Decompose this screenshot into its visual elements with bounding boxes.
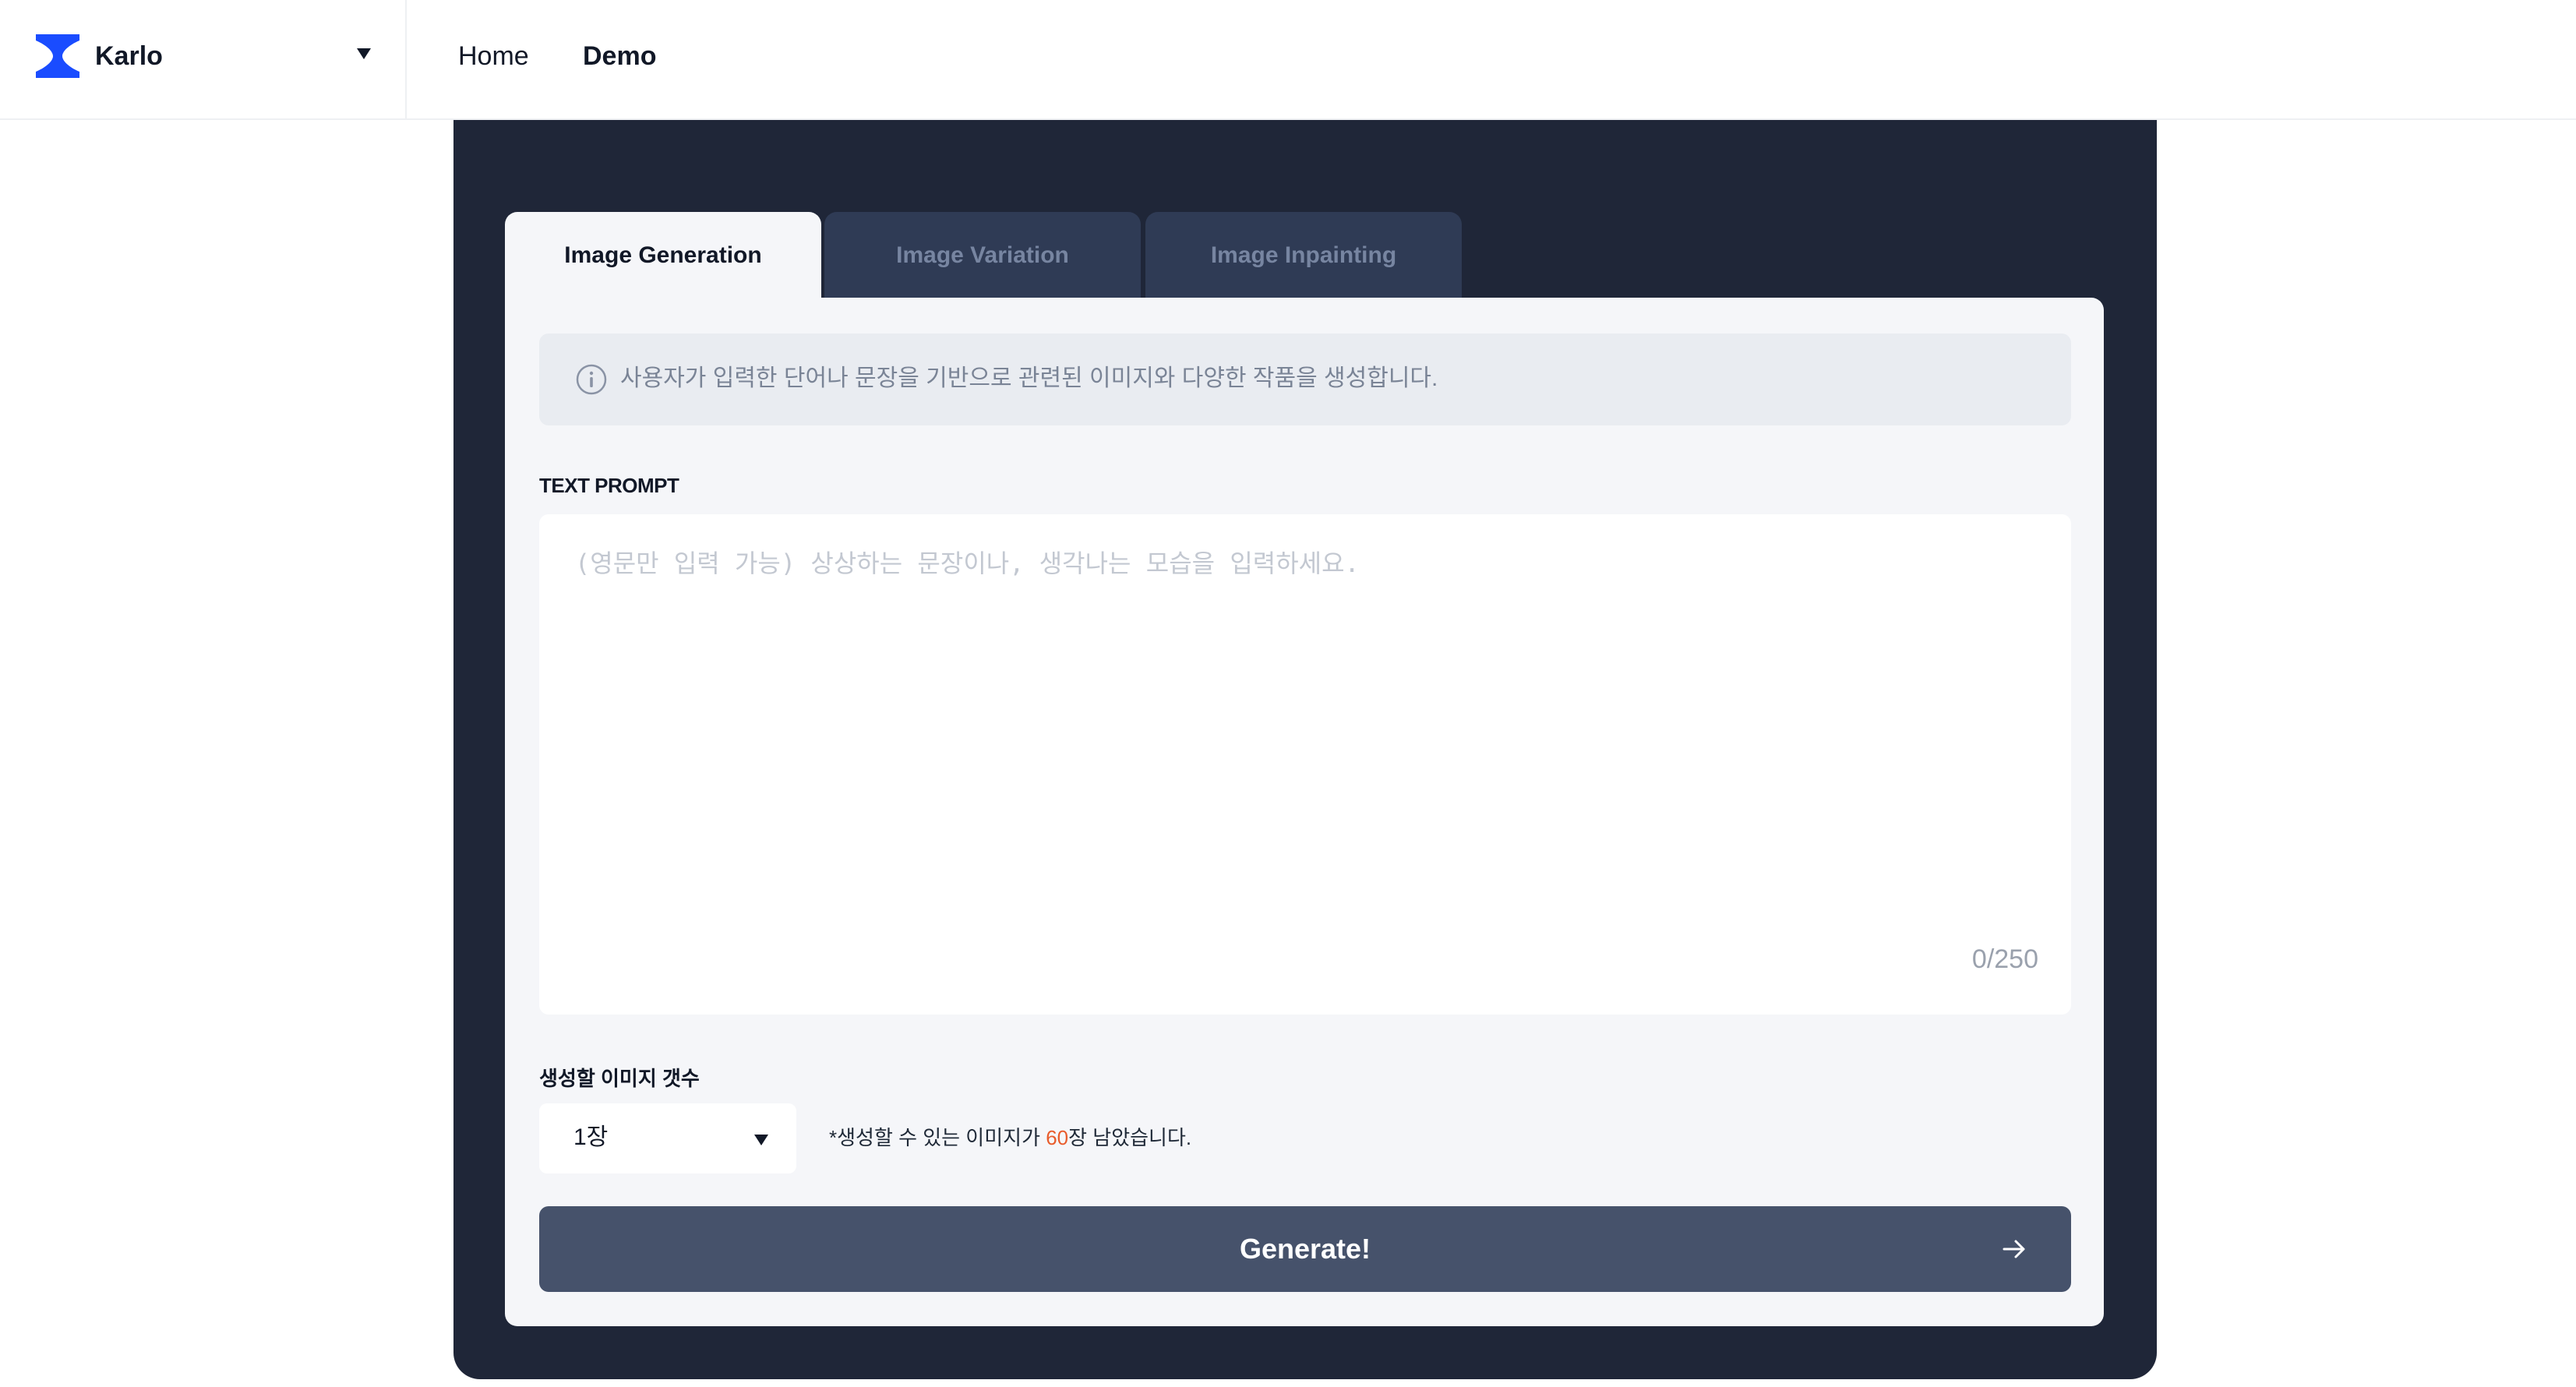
tab-image-inpainting[interactable]: Image Inpainting bbox=[1145, 212, 1462, 299]
brand-name: Karlo bbox=[95, 41, 163, 71]
character-counter: 0/250 bbox=[1971, 944, 2038, 974]
remaining-prefix: *생성할 수 있는 이미지가 bbox=[829, 1126, 1046, 1149]
nav-home-link[interactable]: Home bbox=[458, 39, 529, 73]
text-prompt-label: TEXT PROMPT bbox=[539, 474, 679, 497]
chevron-down-icon[interactable] bbox=[357, 48, 371, 59]
karlo-logo-icon bbox=[36, 34, 79, 78]
brand-switcher[interactable]: Karlo bbox=[0, 0, 407, 120]
generate-button[interactable]: Generate! bbox=[539, 1206, 2071, 1292]
generate-button-label: Generate! bbox=[1239, 1233, 1371, 1265]
remaining-suffix: 장 남았습니다. bbox=[1068, 1126, 1192, 1149]
nav-demo-link[interactable]: Demo bbox=[583, 39, 656, 73]
remaining-count: 60 bbox=[1046, 1126, 1069, 1149]
text-prompt-input[interactable] bbox=[539, 514, 2071, 1015]
image-count-label: 생성할 이미지 갯수 bbox=[539, 1067, 700, 1090]
info-circle-icon bbox=[576, 364, 607, 395]
tab-image-generation[interactable]: Image Generation bbox=[505, 212, 821, 299]
top-header: Karlo Home Demo bbox=[0, 0, 2576, 120]
tab-image-variation[interactable]: Image Variation bbox=[824, 212, 1141, 299]
chevron-down-icon bbox=[754, 1135, 768, 1145]
info-text: 사용자가 입력한 단어나 문장을 기반으로 관련된 이미지와 다양한 작품을 생… bbox=[620, 365, 1438, 391]
arrow-right-icon bbox=[2003, 1240, 2025, 1258]
image-count-select[interactable]: 1장 bbox=[539, 1103, 796, 1173]
image-count-value: 1장 bbox=[573, 1124, 609, 1150]
remaining-images-note: *생성할 수 있는 이미지가 60장 남았습니다. bbox=[829, 1124, 1191, 1152]
